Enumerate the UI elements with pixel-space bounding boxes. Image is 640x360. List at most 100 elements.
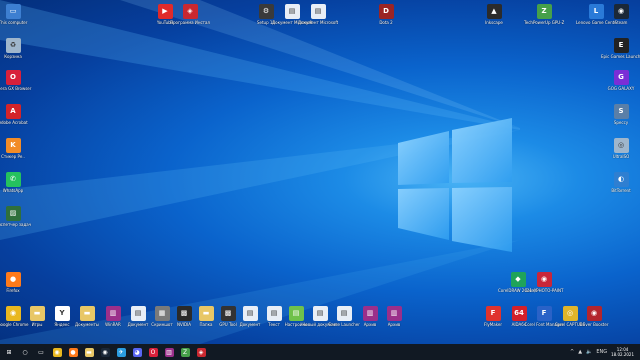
desktop-icon-corel-photopaint[interactable]: ◉ Corel PHOTO-PAINT	[524, 272, 564, 293]
taskbar-button-gpu[interactable]: Z	[178, 345, 192, 359]
desktop-icon-inkscape[interactable]: ▲ Inkscape	[474, 4, 514, 25]
gpu-z-icon: Z	[536, 4, 552, 19]
steam-icon: ◉	[100, 347, 110, 357]
desktop-icon-label: Диспетчер задач	[0, 222, 32, 227]
opera-gx-icon: O	[5, 70, 21, 85]
desktop: ▭This computer ♻Корзина OOpera GX Browser A…	[0, 0, 640, 344]
archive-2-icon: ▥	[386, 306, 402, 321]
desktop-icon-label: Speccy	[613, 120, 629, 125]
dota-2-icon: D	[378, 4, 394, 19]
desktop-icon-label: Lenovo Game Center	[576, 20, 616, 25]
desktop-icon-bittorrent[interactable]: ◐ BitTorrent	[601, 172, 640, 193]
firefox-icon: ●	[68, 347, 78, 357]
desktop-icon-label: Архив	[387, 322, 401, 327]
game-center-icon: L	[588, 4, 604, 19]
desktop-icon-gog-galaxy[interactable]: G GOG GALAXY	[601, 70, 640, 91]
taskbar-button-chrome[interactable]: ◉	[50, 345, 64, 359]
sticker-app-icon: K	[5, 138, 21, 153]
telegram-icon: ✈	[116, 347, 126, 357]
recycle-bin-icon: ♻	[5, 38, 21, 53]
adobe-acrobat-icon: A	[5, 104, 21, 119]
chrome-icon: ◉	[52, 347, 62, 357]
taskbar-button-explorer[interactable]: ▬	[82, 345, 96, 359]
desktop-icon-this-computer[interactable]: ▭ This computer	[0, 4, 33, 25]
taskbar-button-firefox[interactable]: ●	[66, 345, 80, 359]
clock-date: 18.02.2021	[611, 352, 634, 357]
opera-gx-icon: ◈	[196, 347, 206, 357]
installer-app-icon: ◈	[182, 4, 198, 19]
desktop-icon-installer-app[interactable]: ◈Программа Инсталлятор	[170, 4, 210, 25]
corel-photopaint-icon: ◉	[536, 272, 552, 287]
desktop-icon-game-center[interactable]: L Lenovo Game Center	[576, 4, 616, 25]
desktop-icon-label: UltraISO	[612, 154, 630, 159]
desktop-icon-adobe-acrobat[interactable]: A Adobe Acrobat	[0, 104, 33, 125]
inkscape-icon: ▲	[486, 4, 502, 19]
desktop-icon-label: This computer	[0, 20, 28, 25]
gog-galaxy-icon: G	[613, 70, 629, 85]
epic-games-icon: E	[613, 38, 629, 53]
desktop-icon-label: TechPowerUp GPU-Z	[524, 20, 564, 25]
desktop-icon-opera-gx[interactable]: OOpera GX Browser	[0, 70, 33, 91]
language-indicator[interactable]: ENG	[596, 349, 607, 355]
desktop-icon-task-manager[interactable]: ▨Диспетчер задач	[0, 206, 33, 227]
taskbar-button-start[interactable]: ⊞	[2, 345, 16, 359]
taskbar-button-discord[interactable]: ◕	[130, 345, 144, 359]
desktop-icon-label: Стикер Ре..	[1, 154, 25, 159]
ultraiso-icon: ◎	[613, 138, 629, 153]
gpu-icon: Z	[180, 347, 190, 357]
taskbar-button-opera-gx[interactable]: ◈	[194, 345, 208, 359]
explorer-icon: ▬	[84, 347, 94, 357]
desktop-icon-label: BitTorrent	[611, 188, 631, 193]
winrar-icon: ▥	[164, 347, 174, 357]
clock[interactable]: 12:04 18.02.2021	[611, 347, 634, 357]
desktop-icon-label: Документ Microsoft...	[298, 20, 338, 25]
desktop-icon-firefox[interactable]: ● Firefox	[0, 272, 33, 293]
taskbar-button-winrar[interactable]: ▥	[162, 345, 176, 359]
desktop-icon-label: Inkscape	[485, 20, 503, 25]
desktop-icon-label: Firefox	[6, 288, 20, 293]
taskbar-button-steam[interactable]: ◉	[98, 345, 112, 359]
desktop-icon-speccy[interactable]: S Speccy	[601, 104, 640, 125]
desktop-icon-epic-games[interactable]: EEpic Games Launcher	[601, 38, 640, 59]
task-manager-icon: ▨	[5, 206, 21, 221]
tray-overflow-icon[interactable]: ^	[570, 349, 574, 355]
network-icon[interactable]: ▲	[578, 349, 582, 355]
desktop-icon-sticker-app[interactable]: K Стикер Ре..	[0, 138, 33, 159]
desktop-icon-recycle-bin[interactable]: ♻ Корзина	[0, 38, 33, 59]
desktop-icon-label: Driver Booster	[579, 322, 609, 327]
desktop-icon-label: Corel PHOTO-PAINT	[524, 288, 564, 293]
start-icon: ⊞	[4, 347, 14, 357]
desktop-icon-label: Epic Games Launcher	[601, 54, 640, 59]
desktop-icon-label: Программа Инсталлятор	[170, 20, 210, 25]
desktop-icon-label: Dota 2	[379, 20, 393, 25]
taskbar-button-opera[interactable]: O	[146, 345, 160, 359]
this-computer-icon: ▭	[5, 4, 21, 19]
word-doc-2-icon: ▤	[310, 4, 326, 19]
desktop-icon-archive-2[interactable]: ▥ Архив	[374, 306, 414, 327]
whatsapp-icon: ✆	[5, 172, 21, 187]
desktop-icon-label: Корзина	[4, 54, 22, 59]
system-tray: ^ ▲ 🔈 ENG 12:04 18.02.2021	[570, 344, 640, 360]
desktop-icon-driver-booster[interactable]: ◉ Driver Booster	[574, 306, 614, 327]
desktop-icon-label: WhatsApp	[2, 188, 24, 193]
taskbar-button-search[interactable]: ○	[18, 345, 32, 359]
desktop-icon-ultraiso[interactable]: ◎ UltraISO	[601, 138, 640, 159]
taskbar-button-telegram[interactable]: ✈	[114, 345, 128, 359]
desktop-icon-label: Adobe Acrobat	[0, 120, 28, 125]
desktop-icon-label: GOG GALAXY	[607, 86, 635, 91]
opera-icon: O	[148, 347, 158, 357]
search-icon: ○	[20, 347, 30, 357]
firefox-icon: ●	[5, 272, 21, 287]
desktop-icon-label: Opera GX Browser	[0, 86, 32, 91]
task-view-icon: ▭	[36, 347, 46, 357]
desktop-icon-word-doc-2[interactable]: ▤ Документ Microsoft...	[298, 4, 338, 25]
taskbar-button-task-view[interactable]: ▭	[34, 345, 48, 359]
desktop-icon-dota-2[interactable]: D Dota 2	[366, 4, 406, 25]
desktop-icon-whatsapp[interactable]: ✆ WhatsApp	[0, 172, 33, 193]
driver-booster-icon: ◉	[586, 306, 602, 321]
taskbar: ⊞ ○ ▭ ◉ ● ▬ ◉ ✈ ◕ O ▥ Z ◈ ^ ▲ 🔈 ENG 12:04 18.02.2021	[0, 344, 640, 360]
bittorrent-icon: ◐	[613, 172, 629, 187]
discord-icon: ◕	[132, 347, 142, 357]
desktop-icon-gpu-z[interactable]: Z TechPowerUp GPU-Z	[524, 4, 564, 25]
volume-icon[interactable]: 🔈	[586, 349, 592, 355]
